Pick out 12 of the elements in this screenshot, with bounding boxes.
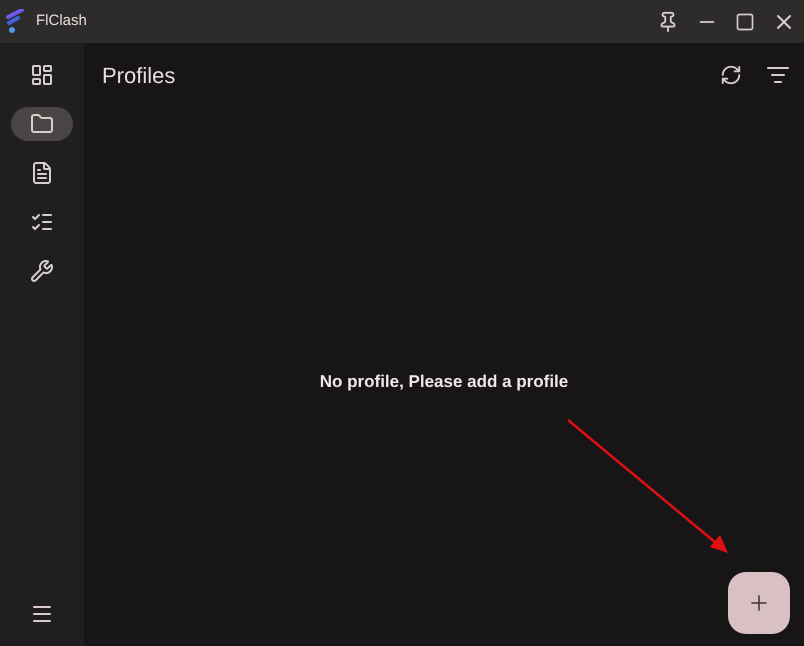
window-title: FlClash [36,11,87,32]
app-logo-icon [6,8,26,34]
maximize-icon[interactable] [735,12,755,32]
document-icon [30,161,54,185]
dashboard-icon [30,63,54,87]
page-title: Profiles [102,62,176,90]
empty-message: No profile, Please add a profile [320,371,568,393]
refresh-icon[interactable] [720,64,742,86]
nav-item[interactable] [11,107,73,141]
folder-icon [30,112,54,136]
add-profile-button[interactable] [728,572,790,634]
wrench-icon [30,259,54,283]
